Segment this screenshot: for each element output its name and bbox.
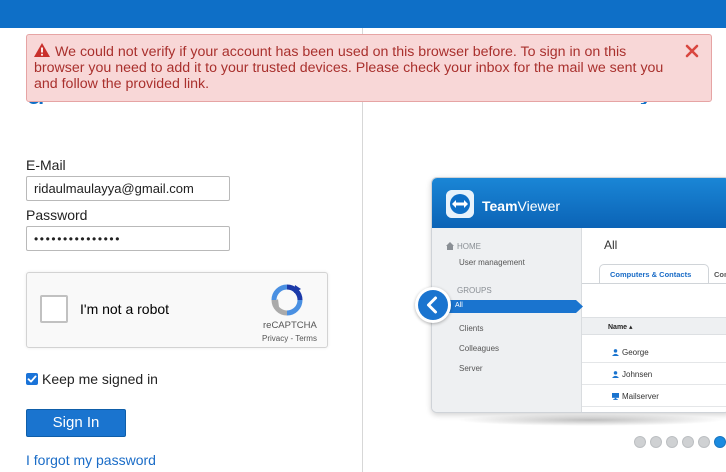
- email-label: E-Mail: [26, 157, 66, 173]
- email-field[interactable]: [26, 176, 230, 201]
- carousel-dot[interactable]: [666, 436, 678, 448]
- password-label: Password: [26, 207, 88, 223]
- sidebar-item-server: Server: [459, 364, 483, 373]
- carousel-previous-button[interactable]: [415, 287, 451, 323]
- table-header: [582, 317, 726, 335]
- recaptcha-widget: I'm not a robot reCAPTCHA Privacy - Term…: [26, 272, 328, 348]
- carousel-dot-active[interactable]: [714, 436, 726, 448]
- chevron-left-icon: [427, 296, 437, 314]
- tab-underline: [582, 283, 726, 284]
- screenshot-shadow: [455, 414, 725, 426]
- teamviewer-title: TeamViewer: [482, 198, 561, 214]
- keep-signed-in-label: Keep me signed in: [42, 371, 158, 387]
- teamviewer-sidebar: [432, 228, 582, 412]
- selection-arrow-icon: [576, 300, 583, 313]
- sidebar-item-all: All: [455, 302, 463, 309]
- forgot-password-link[interactable]: I forgot my password: [26, 452, 156, 468]
- alert-message: We could not verify if your account has …: [34, 44, 664, 92]
- row-johnsen: Johnsen: [622, 370, 653, 379]
- sidebar-home-label: HOME: [457, 242, 481, 251]
- sidebar-user-management: User management: [459, 258, 525, 267]
- carousel-dot[interactable]: [682, 436, 694, 448]
- sidebar-item-all-highlight: [446, 300, 576, 313]
- teamviewer-logo-icon: [446, 190, 474, 218]
- tab-computers-contacts-label: Computers & Contacts: [610, 270, 692, 279]
- contact-icon: [612, 349, 619, 356]
- recaptcha-brand: reCAPTCHA: [263, 320, 317, 331]
- password-field[interactable]: [26, 226, 230, 251]
- recaptcha-logo-icon: [271, 284, 303, 316]
- recaptcha-label: I'm not a robot: [80, 301, 170, 317]
- tab-other-label: Con: [714, 270, 726, 279]
- top-navigation-bar: [0, 0, 726, 28]
- warning-icon: [34, 43, 50, 57]
- contact-icon: [612, 371, 619, 378]
- recaptcha-checkbox[interactable]: [40, 295, 68, 323]
- teamviewer-screenshot: TeamViewer HOME User management GROUPS A…: [431, 177, 726, 413]
- close-icon[interactable]: [684, 43, 700, 59]
- keep-signed-in[interactable]: Keep me signed in: [26, 371, 158, 387]
- carousel-dot[interactable]: [650, 436, 662, 448]
- carousel-dot[interactable]: [634, 436, 646, 448]
- home-icon: [446, 242, 454, 250]
- table-row: [582, 341, 726, 363]
- sidebar-groups-label: GROUPS: [457, 286, 492, 295]
- keep-signed-in-checkbox[interactable]: [26, 373, 38, 385]
- carousel-previous-inner: [418, 290, 448, 320]
- sidebar-item-colleagues: Colleagues: [459, 344, 500, 353]
- account-verification-alert: We could not verify if your account has …: [26, 34, 712, 102]
- row-mailserver: Mailserver: [622, 392, 659, 401]
- sign-in-button[interactable]: Sign In: [26, 409, 126, 437]
- column-name-header: Name ▴: [608, 324, 633, 331]
- checkmark-icon: [27, 375, 37, 383]
- table-row: [582, 363, 726, 385]
- sidebar-item-clients: Clients: [459, 324, 484, 333]
- carousel-dot[interactable]: [698, 436, 710, 448]
- recaptcha-privacy-terms[interactable]: Privacy - Terms: [262, 334, 317, 343]
- computer-icon: [612, 393, 619, 400]
- main-title: All: [604, 238, 618, 252]
- teamviewer-header: [432, 178, 726, 228]
- row-george: George: [622, 348, 649, 357]
- carousel-dots: [634, 436, 726, 448]
